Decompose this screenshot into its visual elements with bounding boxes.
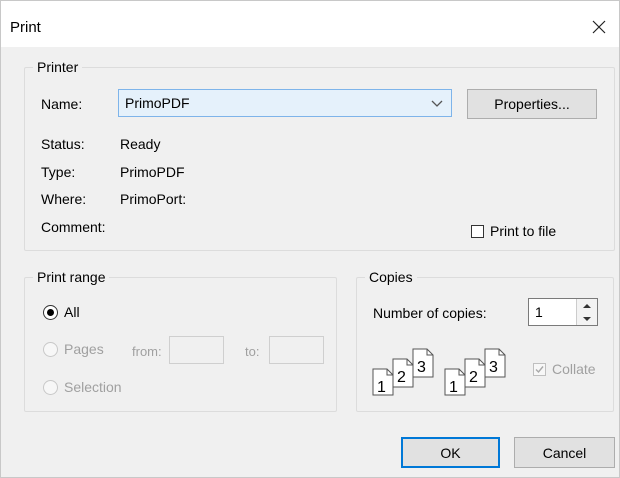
collate-pages-icon: 1 2 3 (444, 348, 506, 396)
all-radio[interactable] (43, 305, 58, 320)
status-value: Ready (120, 136, 161, 152)
spinner-buttons (576, 299, 597, 325)
number-of-copies-label: Number of copies: (373, 305, 487, 321)
to-label: to: (245, 344, 260, 359)
page-number-3: 3 (489, 359, 498, 376)
collate-label[interactable]: Collate (552, 361, 596, 377)
page-number-2: 2 (469, 369, 478, 386)
print-range-legend: Print range (33, 269, 110, 285)
to-page-input[interactable] (269, 336, 324, 364)
ok-button-label: OK (440, 444, 461, 461)
type-value: PrimoPDF (120, 164, 185, 180)
page-number-1: 1 (449, 379, 458, 396)
page-number-2: 2 (397, 369, 406, 386)
status-label: Status: (41, 136, 85, 152)
cancel-button[interactable]: Cancel (514, 437, 615, 468)
selection-radio[interactable] (43, 380, 58, 395)
page-number-3: 3 (417, 359, 426, 376)
title-bar: Print (1, 1, 619, 47)
copies-legend: Copies (365, 269, 417, 285)
spin-down-button[interactable] (577, 312, 597, 325)
close-button[interactable] (579, 9, 619, 45)
print-to-file-label[interactable]: Print to file (490, 223, 556, 239)
properties-button[interactable]: Properties... (467, 89, 597, 119)
arrow-down-icon (583, 316, 591, 321)
properties-button-label: Properties... (494, 96, 570, 112)
arrow-up-icon (583, 303, 591, 308)
window-title: Print (10, 19, 41, 36)
print-dialog: Print Printer Name: PrimoPDF Properties.… (0, 0, 620, 478)
print-to-file-checkbox[interactable] (471, 225, 484, 238)
comment-label: Comment: (41, 219, 106, 235)
page-number-1: 1 (377, 379, 386, 396)
printer-name-select[interactable]: PrimoPDF (118, 89, 452, 117)
printer-legend: Printer (33, 59, 83, 75)
cancel-button-label: Cancel (542, 444, 587, 461)
collate-pages-icon: 1 2 3 (372, 348, 434, 396)
all-label[interactable]: All (64, 304, 80, 320)
from-page-input[interactable] (169, 336, 224, 364)
printer-name-value: PrimoPDF (125, 95, 190, 111)
pages-radio[interactable] (43, 342, 58, 357)
checkmark-icon (535, 366, 544, 374)
collate-checkbox[interactable] (533, 363, 546, 376)
name-label: Name: (41, 96, 83, 112)
close-icon (592, 20, 606, 34)
ok-button[interactable]: OK (401, 437, 500, 468)
from-label: from: (132, 344, 162, 359)
chevron-down-icon (431, 100, 443, 107)
spin-up-button[interactable] (577, 299, 597, 313)
copies-spinner[interactable]: 1 (528, 298, 598, 326)
selection-label[interactable]: Selection (64, 379, 122, 395)
pages-label[interactable]: Pages (64, 341, 104, 357)
where-label: Where: (41, 191, 87, 207)
where-value: PrimoPort: (120, 191, 187, 207)
type-label: Type: (41, 164, 76, 180)
copies-value: 1 (535, 304, 543, 320)
